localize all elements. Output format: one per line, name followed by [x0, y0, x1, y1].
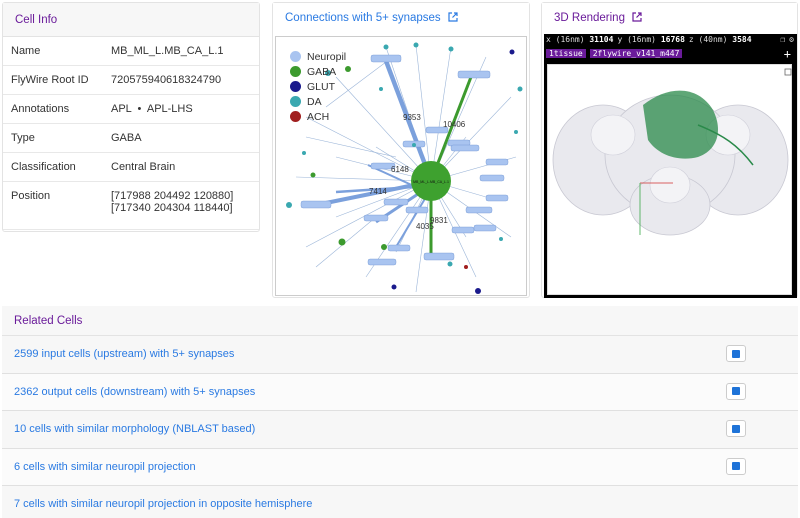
layer-bar: 1tissue 2flywire_v141_m447 + [544, 46, 797, 61]
info-key: Name [11, 45, 41, 57]
cube-button[interactable] [726, 382, 746, 400]
info-key: Classification [11, 161, 76, 173]
cube-icon [732, 462, 740, 470]
cube-icon [732, 349, 740, 358]
info-value: Central Brain [111, 161, 176, 173]
legend-label: DA [307, 95, 322, 108]
info-value[interactable]: 720575940618324790 [111, 74, 251, 94]
related-link[interactable]: 2362 output cells (downstream) with 5+ s… [14, 386, 255, 398]
list-item: 6 cells with similar neuropil projection [2, 448, 798, 486]
z-coord[interactable]: z (40nm) 3584 [689, 34, 752, 46]
legend-swatch [290, 81, 301, 92]
cube-icon [732, 387, 740, 395]
center-node-label: MB_ML_L.MB_CA_L.1 [413, 180, 449, 184]
info-value: APL • APL-LHS [111, 103, 193, 115]
legend-swatch [290, 51, 301, 62]
related-cells-card: Related Cells 2599 input cells (upstream… [2, 306, 798, 518]
x-coord[interactable]: x (16nm) 31104 [546, 34, 613, 46]
related-link[interactable]: 10 cells with similar morphology (NBLAST… [14, 423, 255, 435]
edge-label: 9353 [403, 113, 421, 122]
cube-icon [732, 424, 740, 433]
edge-label: 10406 [443, 120, 466, 129]
external-link-icon[interactable] [448, 4, 458, 34]
legend-item: Neuropil [290, 49, 346, 64]
edge-label: 4035 [416, 222, 434, 231]
cube-button[interactable] [726, 420, 746, 437]
list-item: 2362 output cells (downstream) with 5+ s… [2, 373, 798, 411]
cube-button[interactable] [726, 457, 746, 475]
cell-info-title: Cell Info [3, 3, 259, 37]
connections-title[interactable]: Connections with 5+ synapses [285, 12, 441, 24]
info-row-type: Type GABA [3, 124, 259, 153]
info-row-position: Position [717988 204492 120880] [717340 … [3, 182, 259, 230]
legend-label: GLUT [307, 80, 336, 93]
info-value: GABA [111, 132, 142, 144]
rendering-title[interactable]: 3D Rendering [554, 12, 625, 24]
rendering-card: 3D Rendering x (16nm) 31104 y (16nm) 167… [541, 2, 798, 298]
legend-label: GABA [307, 65, 337, 78]
legend-item: GABA [290, 64, 346, 79]
legend-label: ACH [307, 110, 330, 123]
info-key: FlyWire Root ID [11, 74, 89, 86]
coordinate-toolbar: x (16nm) 31104 y (16nm) 16768 z (40nm) 3… [544, 34, 797, 46]
cell-info-card: Cell Info Name MB_ML_L.MB_CA_L.1 FlyWire… [2, 2, 260, 232]
info-key: Position [11, 190, 51, 202]
copy-icon[interactable]: ❐ [780, 34, 785, 46]
info-key: Annotations [11, 103, 70, 115]
settings-icon[interactable]: ⚙ [789, 34, 794, 46]
legend-item: GLUT [290, 79, 346, 94]
edge-label: 6148 [391, 165, 409, 174]
legend-swatch [290, 111, 301, 122]
edge-label: 7414 [369, 187, 387, 196]
legend-swatch [290, 66, 301, 77]
related-link[interactable]: 2599 input cells (upstream) with 5+ syna… [14, 348, 234, 360]
related-link[interactable]: 7 cells with similar neuropil projection… [14, 498, 312, 510]
legend-item: ACH [290, 109, 346, 124]
rendering-title-link[interactable]: 3D Rendering [542, 3, 797, 33]
info-row-root-id: FlyWire Root ID 720575940618324790 [3, 66, 259, 95]
connection-graph[interactable]: MB_ML_L.MB_CA_L.1 9353 10406 6148 7414 9… [275, 36, 527, 296]
external-link-icon[interactable] [632, 4, 642, 34]
connections-title-link[interactable]: Connections with 5+ synapses [273, 3, 529, 33]
legend-label: Neuropil [307, 50, 347, 63]
layer-tissue[interactable]: 1tissue [546, 49, 586, 58]
related-list: 2599 input cells (upstream) with 5+ syna… [2, 336, 798, 518]
related-cells-title: Related Cells [2, 306, 798, 336]
maximize-icon [784, 68, 792, 76]
connections-card: Connections with 5+ synapses MB_ML_L.MB_… [272, 2, 530, 298]
legend-swatch [290, 96, 301, 107]
position-line-1: [717988 204492 120880] [111, 190, 234, 202]
info-row-annotations: Annotations APL • APL-LHS [3, 95, 259, 124]
neuroglancer-viewer[interactable]: x (16nm) 31104 y (16nm) 16768 z (40nm) 3… [544, 34, 797, 298]
list-item: 10 cells with similar morphology (NBLAST… [2, 411, 798, 449]
list-item: 2599 input cells (upstream) with 5+ syna… [2, 336, 798, 374]
info-key: Type [11, 132, 35, 144]
list-item: 7 cells with similar neuropil projection… [2, 486, 798, 518]
y-coord[interactable]: y (16nm) 16768 [617, 34, 684, 46]
info-value: MB_ML_L.MB_CA_L.1 [111, 45, 224, 57]
3d-view-panel[interactable] [547, 64, 792, 295]
add-layer-button[interactable]: + [784, 47, 791, 61]
info-row-classification: Classification Central Brain [3, 153, 259, 182]
related-link[interactable]: 6 cells with similar neuropil projection [14, 461, 196, 473]
graph-legend: Neuropil GABA GLUT DA ACH [290, 49, 346, 124]
position-line-2: [717340 204304 118440] [111, 202, 233, 214]
cube-button[interactable] [726, 345, 746, 362]
brain-render[interactable] [548, 65, 793, 296]
layer-flywire[interactable]: 2flywire_v141_m447 [589, 49, 683, 58]
legend-item: DA [290, 94, 346, 109]
info-value: [717988 204492 120880] [717340 204304 11… [111, 190, 251, 229]
info-row-name: Name MB_ML_L.MB_CA_L.1 [3, 37, 259, 66]
